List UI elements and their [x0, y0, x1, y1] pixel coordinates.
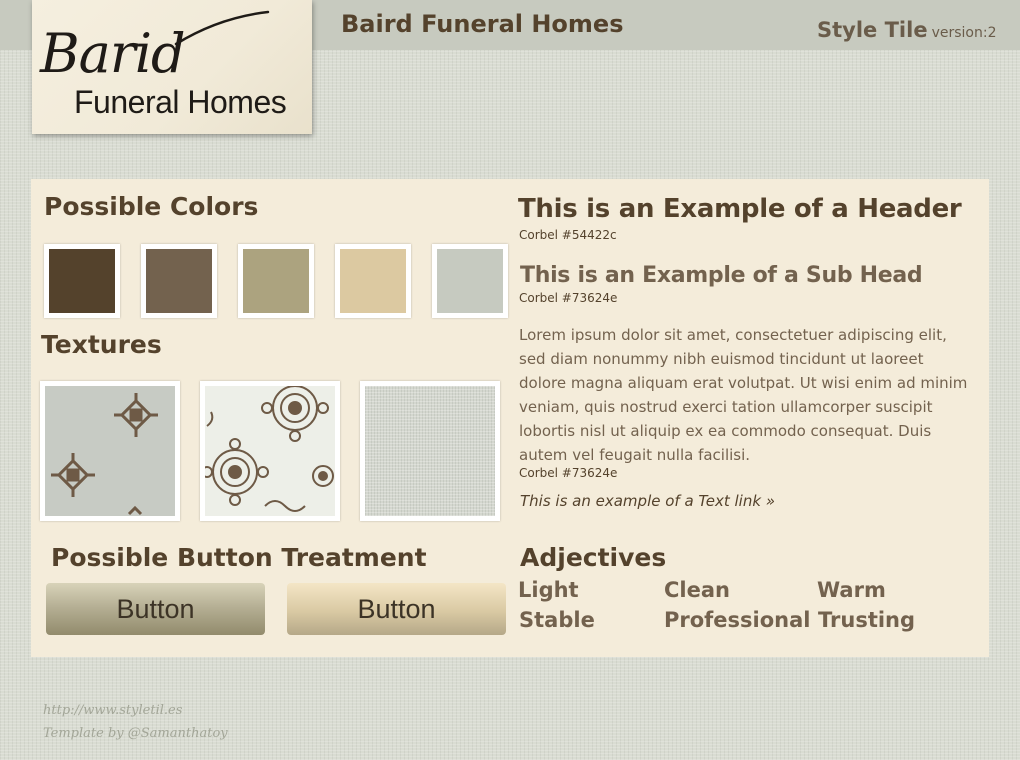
logo-swash-icon [174, 10, 270, 46]
textures-section-title: Textures [41, 330, 162, 359]
company-logo: Barid Funeral Homes [32, 0, 312, 134]
color-chip [437, 249, 503, 313]
color-chip [146, 249, 212, 313]
adjectives-section-title: Adjectives [520, 543, 667, 572]
body-text-example: Lorem ipsum dolor sit amet, consectetuer… [519, 326, 968, 464]
color-chip [340, 249, 406, 313]
color-chip [49, 249, 115, 313]
medallion-pattern-icon [51, 393, 158, 516]
body-font-caption: Corbel #73624e [519, 466, 618, 480]
subhead-example: This is an Example of a Sub Head [520, 263, 923, 288]
colors-section-title: Possible Colors [44, 192, 259, 221]
style-tile-label: Style Tile version:2 [817, 18, 996, 42]
footer-styletiles-link[interactable]: http://www.styletil.es [43, 703, 182, 718]
texture-sample-linen [360, 381, 500, 521]
adjective: Warm [817, 578, 886, 602]
header-example: This is an Example of a Header [518, 194, 962, 224]
sample-button-dark[interactable]: Button [46, 583, 265, 635]
footer-credit: Template by @Samanthatoy [43, 726, 228, 741]
adjective: Trusting [818, 608, 916, 632]
logo-subtitle: Funeral Homes [74, 84, 287, 120]
text-link-example[interactable]: This is an example of a Text link » [520, 492, 775, 510]
style-tile-text: Style Tile [817, 18, 928, 42]
color-swatch [44, 244, 120, 318]
site-title: Baird Funeral Homes [341, 10, 624, 38]
color-swatch [238, 244, 314, 318]
texture-sample-floral [200, 381, 340, 521]
header-font-caption: Corbel #54422c [519, 228, 617, 242]
sample-button-light[interactable]: Button [287, 583, 506, 635]
buttons-section-title: Possible Button Treatment [51, 543, 427, 572]
color-chip [243, 249, 309, 313]
floral-pattern-icon [205, 386, 334, 512]
subhead-font-caption: Corbel #73624e [519, 291, 618, 305]
adjective: Clean [664, 578, 730, 602]
adjective: Light [518, 578, 579, 602]
color-swatch [141, 244, 217, 318]
adjective: Professional [664, 608, 811, 632]
color-swatch [432, 244, 508, 318]
version-label: version:2 [931, 25, 997, 41]
adjective: Stable [519, 608, 595, 632]
color-swatch [335, 244, 411, 318]
logo-script-text: Barid [40, 22, 186, 85]
texture-sample-medallion [40, 381, 180, 521]
